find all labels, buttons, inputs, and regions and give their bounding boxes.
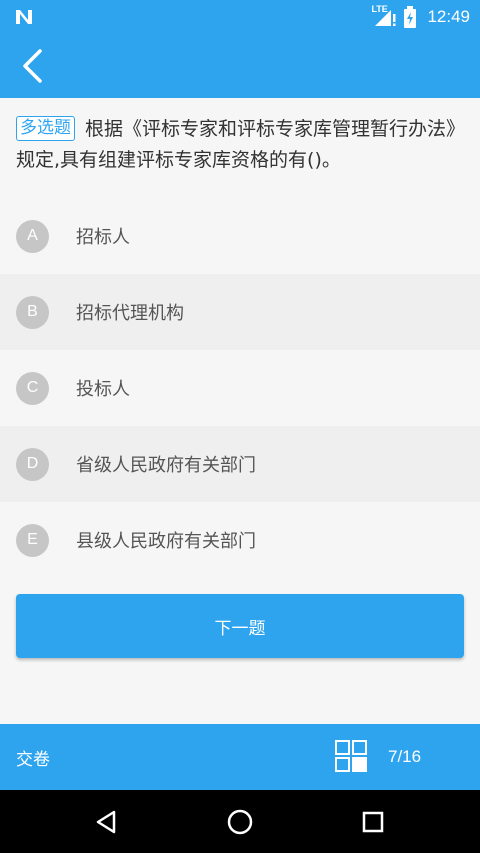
option-a[interactable]: A 招标人: [0, 198, 480, 274]
system-nav-bar: [0, 790, 480, 853]
question-block: 多选题 根据《评标专家和评标专家库管理暂行办法》规定,具有组建评标专家库资格的有(…: [16, 114, 464, 176]
nav-home-circle-icon: [227, 809, 253, 835]
option-text: 投标人: [76, 379, 130, 400]
option-text: 县级人民政府有关部门: [76, 531, 256, 552]
screen: LTE 12:49 多选题 根据《评标专家和评标专家库管理暂行办法》规定,具有组…: [0, 0, 480, 853]
status-bar: LTE 12:49: [0, 0, 480, 34]
nav-home-button[interactable]: [218, 800, 262, 844]
submit-exam-button[interactable]: 交卷: [16, 724, 50, 790]
option-text: 省级人民政府有关部门: [76, 455, 256, 476]
notification-n-icon: [16, 10, 32, 24]
next-question-button[interactable]: 下一题: [16, 594, 464, 658]
option-letter: D: [16, 447, 49, 481]
nav-recents-square-icon: [362, 811, 384, 833]
nav-back-button[interactable]: [84, 800, 128, 844]
answer-card-grid-icon[interactable]: [334, 739, 368, 773]
option-letter: A: [16, 219, 49, 253]
option-letter: C: [16, 371, 49, 405]
option-b[interactable]: B 招标代理机构: [0, 274, 480, 350]
status-time: 12:49: [427, 7, 470, 26]
option-letter: E: [16, 523, 49, 557]
back-button[interactable]: [8, 42, 56, 90]
option-letter: B: [16, 295, 49, 329]
question-progress: 7/16: [388, 747, 422, 766]
option-text: 招标人: [76, 227, 130, 248]
battery-charging-icon: [404, 6, 417, 28]
nav-back-triangle-icon: [96, 810, 116, 834]
question-text: 根据《评标专家和评标专家库管理暂行办法》规定,具有组建评标专家库资格的有()。: [16, 118, 456, 171]
lte-signal-icon: LTE: [371, 4, 397, 28]
status-icons: LTE 12:49: [371, 0, 470, 34]
app-bar: [0, 34, 480, 98]
option-d[interactable]: D 省级人民政府有关部门: [0, 426, 480, 502]
option-c[interactable]: C 投标人: [0, 350, 480, 426]
option-e[interactable]: E 县级人民政府有关部门: [0, 502, 480, 578]
nav-recents-button[interactable]: [351, 800, 395, 844]
bottom-bar: 交卷 7/16: [0, 724, 480, 790]
option-text: 招标代理机构: [76, 303, 184, 324]
chevron-left-icon: [23, 49, 42, 83]
question-type-tag: 多选题: [16, 116, 75, 141]
question-content: 多选题 根据《评标专家和评标专家库管理暂行办法》规定,具有组建评标专家库资格的有(…: [0, 98, 480, 724]
options-list: A 招标人 B 招标代理机构 C 投标人 D 省级人民政府有关部门 E 县级人民…: [0, 198, 480, 578]
